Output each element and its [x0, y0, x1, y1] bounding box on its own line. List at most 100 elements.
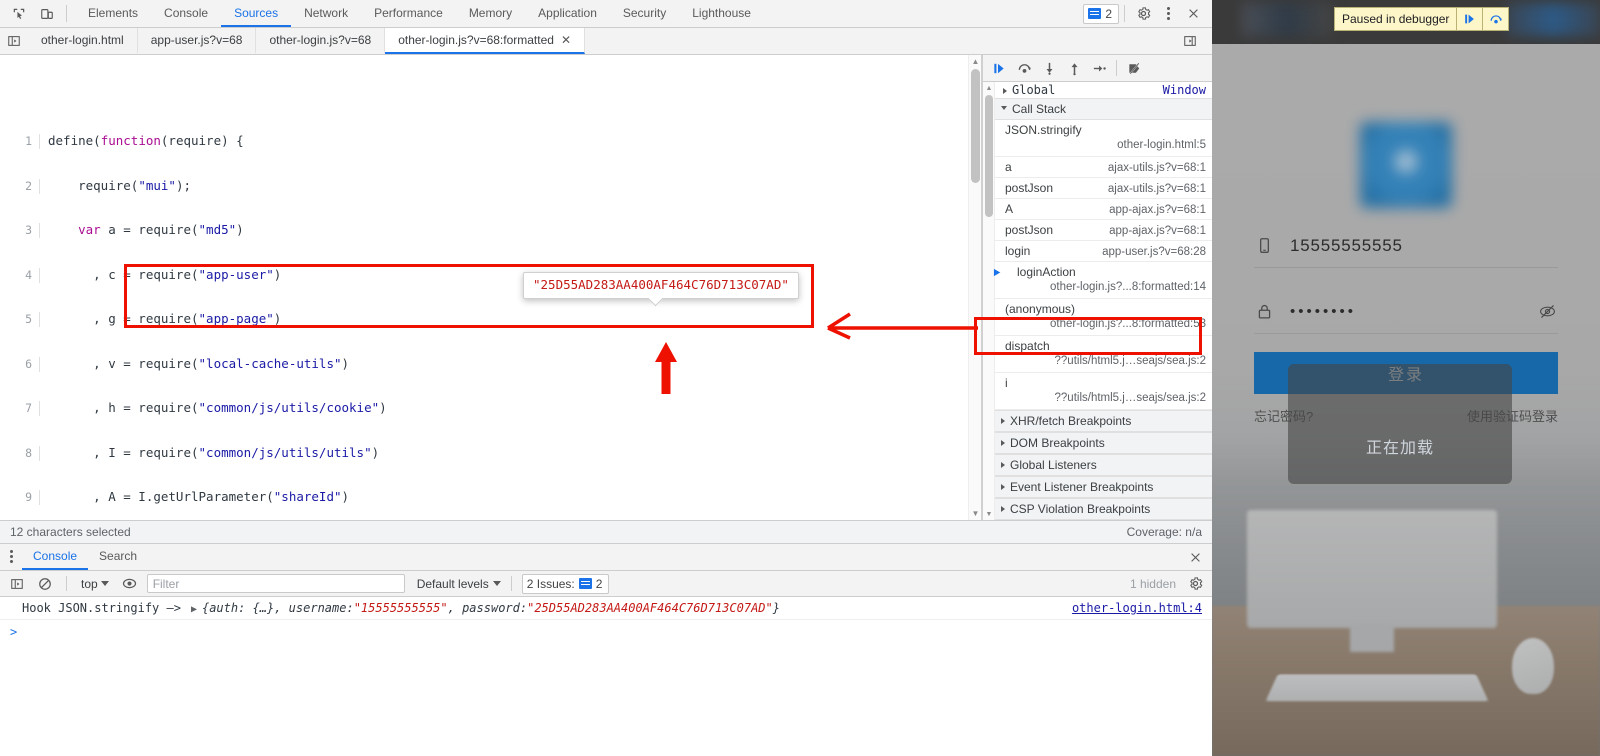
toolbar-divider-2: [1124, 5, 1125, 22]
tab-lighthouse[interactable]: Lighthouse: [679, 0, 764, 27]
section-dom-breakpoints[interactable]: DOM Breakpoints: [995, 432, 1212, 454]
close-icon[interactable]: [1180, 1, 1206, 27]
call-stack-item[interactable]: a ajax-utils.js?v=68:1: [995, 157, 1212, 178]
tab-performance[interactable]: Performance: [361, 0, 456, 27]
console-log-entry[interactable]: Hook JSON.stringify —> ▶ {auth: {…}, use…: [0, 597, 1212, 620]
console-sidebar-icon[interactable]: [6, 574, 28, 594]
issues-badge[interactable]: 2: [1083, 3, 1119, 24]
call-stack-item[interactable]: postJson ajax-utils.js?v=68:1: [995, 178, 1212, 199]
password-field-row[interactable]: ••••••••: [1254, 290, 1558, 334]
log-object-open: {auth: {…}, username:: [201, 601, 354, 615]
call-stack-fn: i: [1005, 376, 1008, 390]
section-label: DOM Breakpoints: [1010, 436, 1105, 450]
section-global-listeners[interactable]: Global Listeners: [995, 454, 1212, 476]
tab-console[interactable]: Console: [151, 0, 221, 27]
console-settings-gear-icon[interactable]: [1184, 574, 1206, 594]
chevron-right-icon[interactable]: [1001, 418, 1005, 424]
phone-input-value[interactable]: 15555555555: [1290, 236, 1558, 256]
sources-middle: 1 define(function(require) { 2 require("m…: [0, 55, 1212, 520]
more-options-icon[interactable]: [1157, 2, 1179, 26]
chevron-right-icon[interactable]: [1003, 88, 1007, 94]
step-over-icon[interactable]: [1012, 57, 1036, 79]
tab-sources[interactable]: Sources: [221, 0, 292, 27]
call-stack-item[interactable]: postJson app-ajax.js?v=68:1: [995, 220, 1212, 241]
chevron-right-icon[interactable]: [1001, 440, 1005, 446]
call-stack-loc: ??utils/html5.j…seajs/sea.js:2: [1054, 355, 1206, 367]
call-stack-header[interactable]: Call Stack: [995, 98, 1212, 120]
tab-memory[interactable]: Memory: [456, 0, 525, 27]
device-toolbar-icon[interactable]: [34, 1, 60, 27]
call-stack-item[interactable]: i ??utils/html5.j…seajs/sea.js:2: [995, 373, 1212, 410]
phone-field-row[interactable]: 15555555555: [1254, 224, 1558, 268]
loading-overlay: 正在加载: [1288, 364, 1512, 484]
source-tab-app-user-js[interactable]: app-user.js?v=68: [137, 28, 257, 54]
tab-network[interactable]: Network: [291, 0, 361, 27]
console-issues-badge[interactable]: 2 Issues: 2: [521, 573, 610, 594]
live-expression-icon[interactable]: [119, 574, 141, 594]
banner-step-over-icon[interactable]: [1482, 8, 1508, 30]
call-stack-item[interactable]: login app-user.js?v=68:28: [995, 241, 1212, 262]
resume-script-icon[interactable]: [987, 57, 1011, 79]
call-stack-fn: postJson: [1005, 223, 1054, 237]
source-tab-other-login-js-formatted[interactable]: other-login.js?v=68:formatted ✕: [385, 28, 586, 54]
call-stack-item[interactable]: A app-ajax.js?v=68:1: [995, 199, 1212, 220]
code-editor[interactable]: 1 define(function(require) { 2 require("m…: [0, 55, 982, 520]
banner-resume-icon[interactable]: [1456, 8, 1482, 30]
tab-application[interactable]: Application: [525, 0, 610, 27]
gear-icon[interactable]: [1130, 1, 1156, 27]
deactivate-breakpoints-icon[interactable]: [1122, 57, 1146, 79]
call-stack-item[interactable]: JSON.stringify other-login.html:5: [995, 120, 1212, 157]
console-filter-input[interactable]: [146, 574, 405, 593]
call-stack-fn: dispatch: [1005, 339, 1050, 353]
chevron-down-icon[interactable]: [1001, 105, 1007, 113]
execution-context-selector[interactable]: top: [77, 577, 113, 591]
drawer-more-options-icon[interactable]: [0, 544, 22, 568]
console-prompt[interactable]: >: [0, 620, 1212, 644]
editor-scrollbar-vertical[interactable]: ▲ ▼: [968, 55, 981, 520]
source-tab-other-login-html[interactable]: other-login.html: [28, 28, 138, 54]
clear-console-icon[interactable]: [34, 574, 56, 594]
show-navigator-icon[interactable]: [0, 28, 28, 54]
show-debugger-sidebar-icon[interactable]: [1176, 34, 1204, 48]
section-event-listener-breakpoints[interactable]: Event Listener Breakpoints: [995, 476, 1212, 498]
debugger-sidebar: ▲ ▼ Global Window Call Stack JSON.string…: [982, 55, 1212, 520]
call-stack-loc: app-ajax.js?v=68:1: [1109, 204, 1206, 216]
scroll-down-arrow[interactable]: ▼: [983, 508, 995, 520]
scope-row-global[interactable]: Global Window: [995, 82, 1212, 98]
scroll-up-arrow[interactable]: ▲: [983, 82, 995, 94]
toggle-password-visibility-icon[interactable]: [1536, 302, 1558, 321]
code-rows: 1 define(function(require) { 2 require("m…: [0, 85, 981, 520]
step-icon[interactable]: [1087, 57, 1111, 79]
drawer-tab-console[interactable]: Console: [22, 544, 89, 570]
tab-security[interactable]: Security: [610, 0, 679, 27]
scrollbar-thumb[interactable]: [985, 95, 993, 217]
chevron-right-icon[interactable]: [1001, 506, 1005, 512]
expand-object-icon[interactable]: ▶: [191, 604, 197, 615]
close-tab-icon[interactable]: ✕: [561, 34, 571, 46]
chevron-right-icon[interactable]: [1001, 484, 1005, 490]
source-tab-other-login-js[interactable]: other-login.js?v=68: [256, 28, 386, 54]
password-input-value[interactable]: ••••••••: [1290, 303, 1520, 320]
step-into-icon[interactable]: [1037, 57, 1061, 79]
scrollbar-thumb[interactable]: [971, 69, 980, 183]
source-tab-label: app-user.js?v=68: [150, 33, 243, 47]
call-stack-item[interactable]: dispatch ??utils/html5.j…seajs/sea.js:2: [995, 336, 1212, 373]
log-source-link[interactable]: other-login.html:4: [1072, 601, 1202, 615]
chevron-right-icon[interactable]: [1001, 462, 1005, 468]
call-stack-item[interactable]: (anonymous) other-login.js?...8:formatte…: [995, 299, 1212, 336]
section-xhr-breakpoints[interactable]: XHR/fetch Breakpoints: [995, 410, 1212, 432]
call-stack-item-current[interactable]: loginAction other-login.js?...8:formatte…: [993, 262, 1212, 299]
scroll-down-arrow[interactable]: ▼: [969, 507, 981, 520]
tab-elements[interactable]: Elements: [75, 0, 151, 27]
step-out-icon[interactable]: [1062, 57, 1086, 79]
code-line: 6 , v = require("local-cache-utils"): [0, 356, 981, 372]
drawer-tab-search[interactable]: Search: [88, 544, 148, 570]
scroll-up-arrow[interactable]: ▲: [969, 55, 981, 68]
drawer-close-icon[interactable]: [1189, 544, 1212, 570]
issues-count: 2: [1105, 6, 1112, 21]
debugger-scrollbar[interactable]: ▲ ▼: [983, 82, 995, 520]
inspect-element-icon[interactable]: [6, 1, 32, 27]
code-line: 9 , A = I.getUrlParameter("shareId"): [0, 490, 981, 506]
section-csp-violation-breakpoints[interactable]: CSP Violation Breakpoints: [995, 498, 1212, 520]
console-levels-selector[interactable]: Default levels: [417, 577, 501, 591]
